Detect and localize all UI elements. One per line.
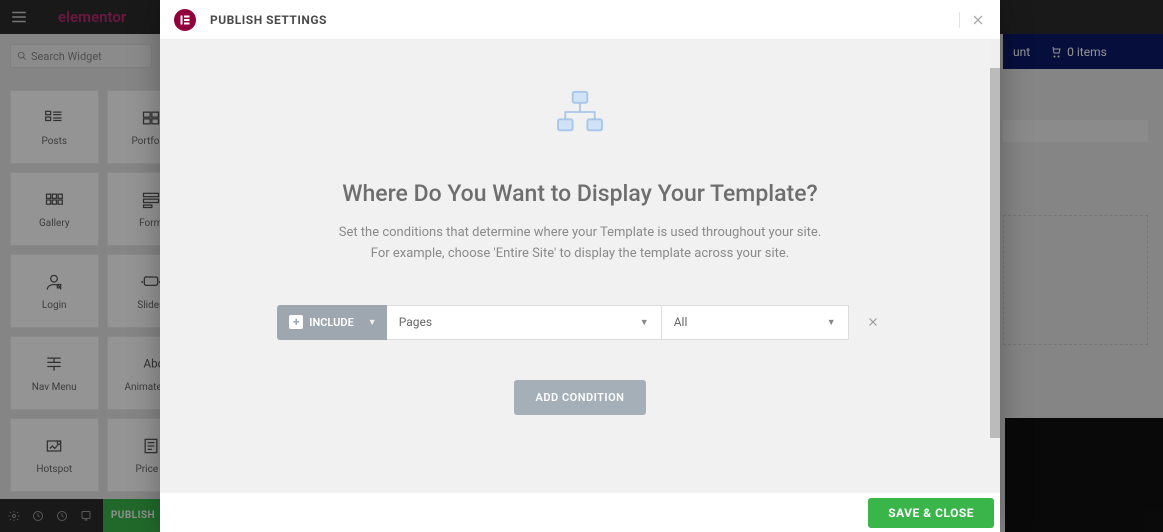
- plus-icon: +: [289, 315, 303, 329]
- divider: [959, 12, 960, 28]
- scrollbar-thumb[interactable]: [990, 68, 1000, 438]
- save-close-label: SAVE & CLOSE: [888, 506, 974, 520]
- remove-condition-icon[interactable]: [863, 315, 883, 329]
- modal-body: Where Do You Want to Display Your Templa…: [160, 40, 1000, 492]
- include-label: INCLUDE: [309, 316, 353, 329]
- save-close-button[interactable]: SAVE & CLOSE: [868, 498, 994, 528]
- modal-header: PUBLISH SETTINGS: [160, 0, 1000, 40]
- add-condition-label: ADD CONDITION: [536, 391, 625, 404]
- modal-heading: Where Do You Want to Display Your Templa…: [342, 180, 817, 207]
- modal-description-line2: For example, choose 'Entire Site' to dis…: [371, 246, 789, 261]
- include-toggle[interactable]: + INCLUDE ▼: [277, 305, 386, 340]
- publish-settings-modal: PUBLISH SETTINGS Where Do You Want to Di…: [160, 0, 1000, 532]
- modal-title: PUBLISH SETTINGS: [210, 13, 327, 27]
- modal-description: Set the conditions that determine where …: [339, 223, 822, 265]
- chevron-down-icon: ▼: [827, 317, 836, 328]
- condition-type-select[interactable]: Pages ▼: [387, 305, 662, 340]
- modal-close-group: [959, 12, 986, 28]
- sitemap-icon: [552, 90, 608, 134]
- modal-description-line1: Set the conditions that determine where …: [339, 225, 822, 240]
- condition-row: + INCLUDE ▼ Pages ▼ All ▼: [277, 305, 882, 340]
- condition-scope-select[interactable]: All ▼: [662, 305, 849, 340]
- modal-footer: SAVE & CLOSE: [160, 492, 1000, 532]
- condition-type-value: Pages: [399, 315, 432, 329]
- elementor-logo-icon: [174, 9, 196, 31]
- condition-scope-value: All: [674, 315, 688, 329]
- close-icon[interactable]: [970, 12, 986, 28]
- chevron-down-icon: ▼: [640, 317, 649, 328]
- add-condition-button[interactable]: ADD CONDITION: [514, 380, 647, 415]
- chevron-down-icon: ▼: [368, 317, 377, 328]
